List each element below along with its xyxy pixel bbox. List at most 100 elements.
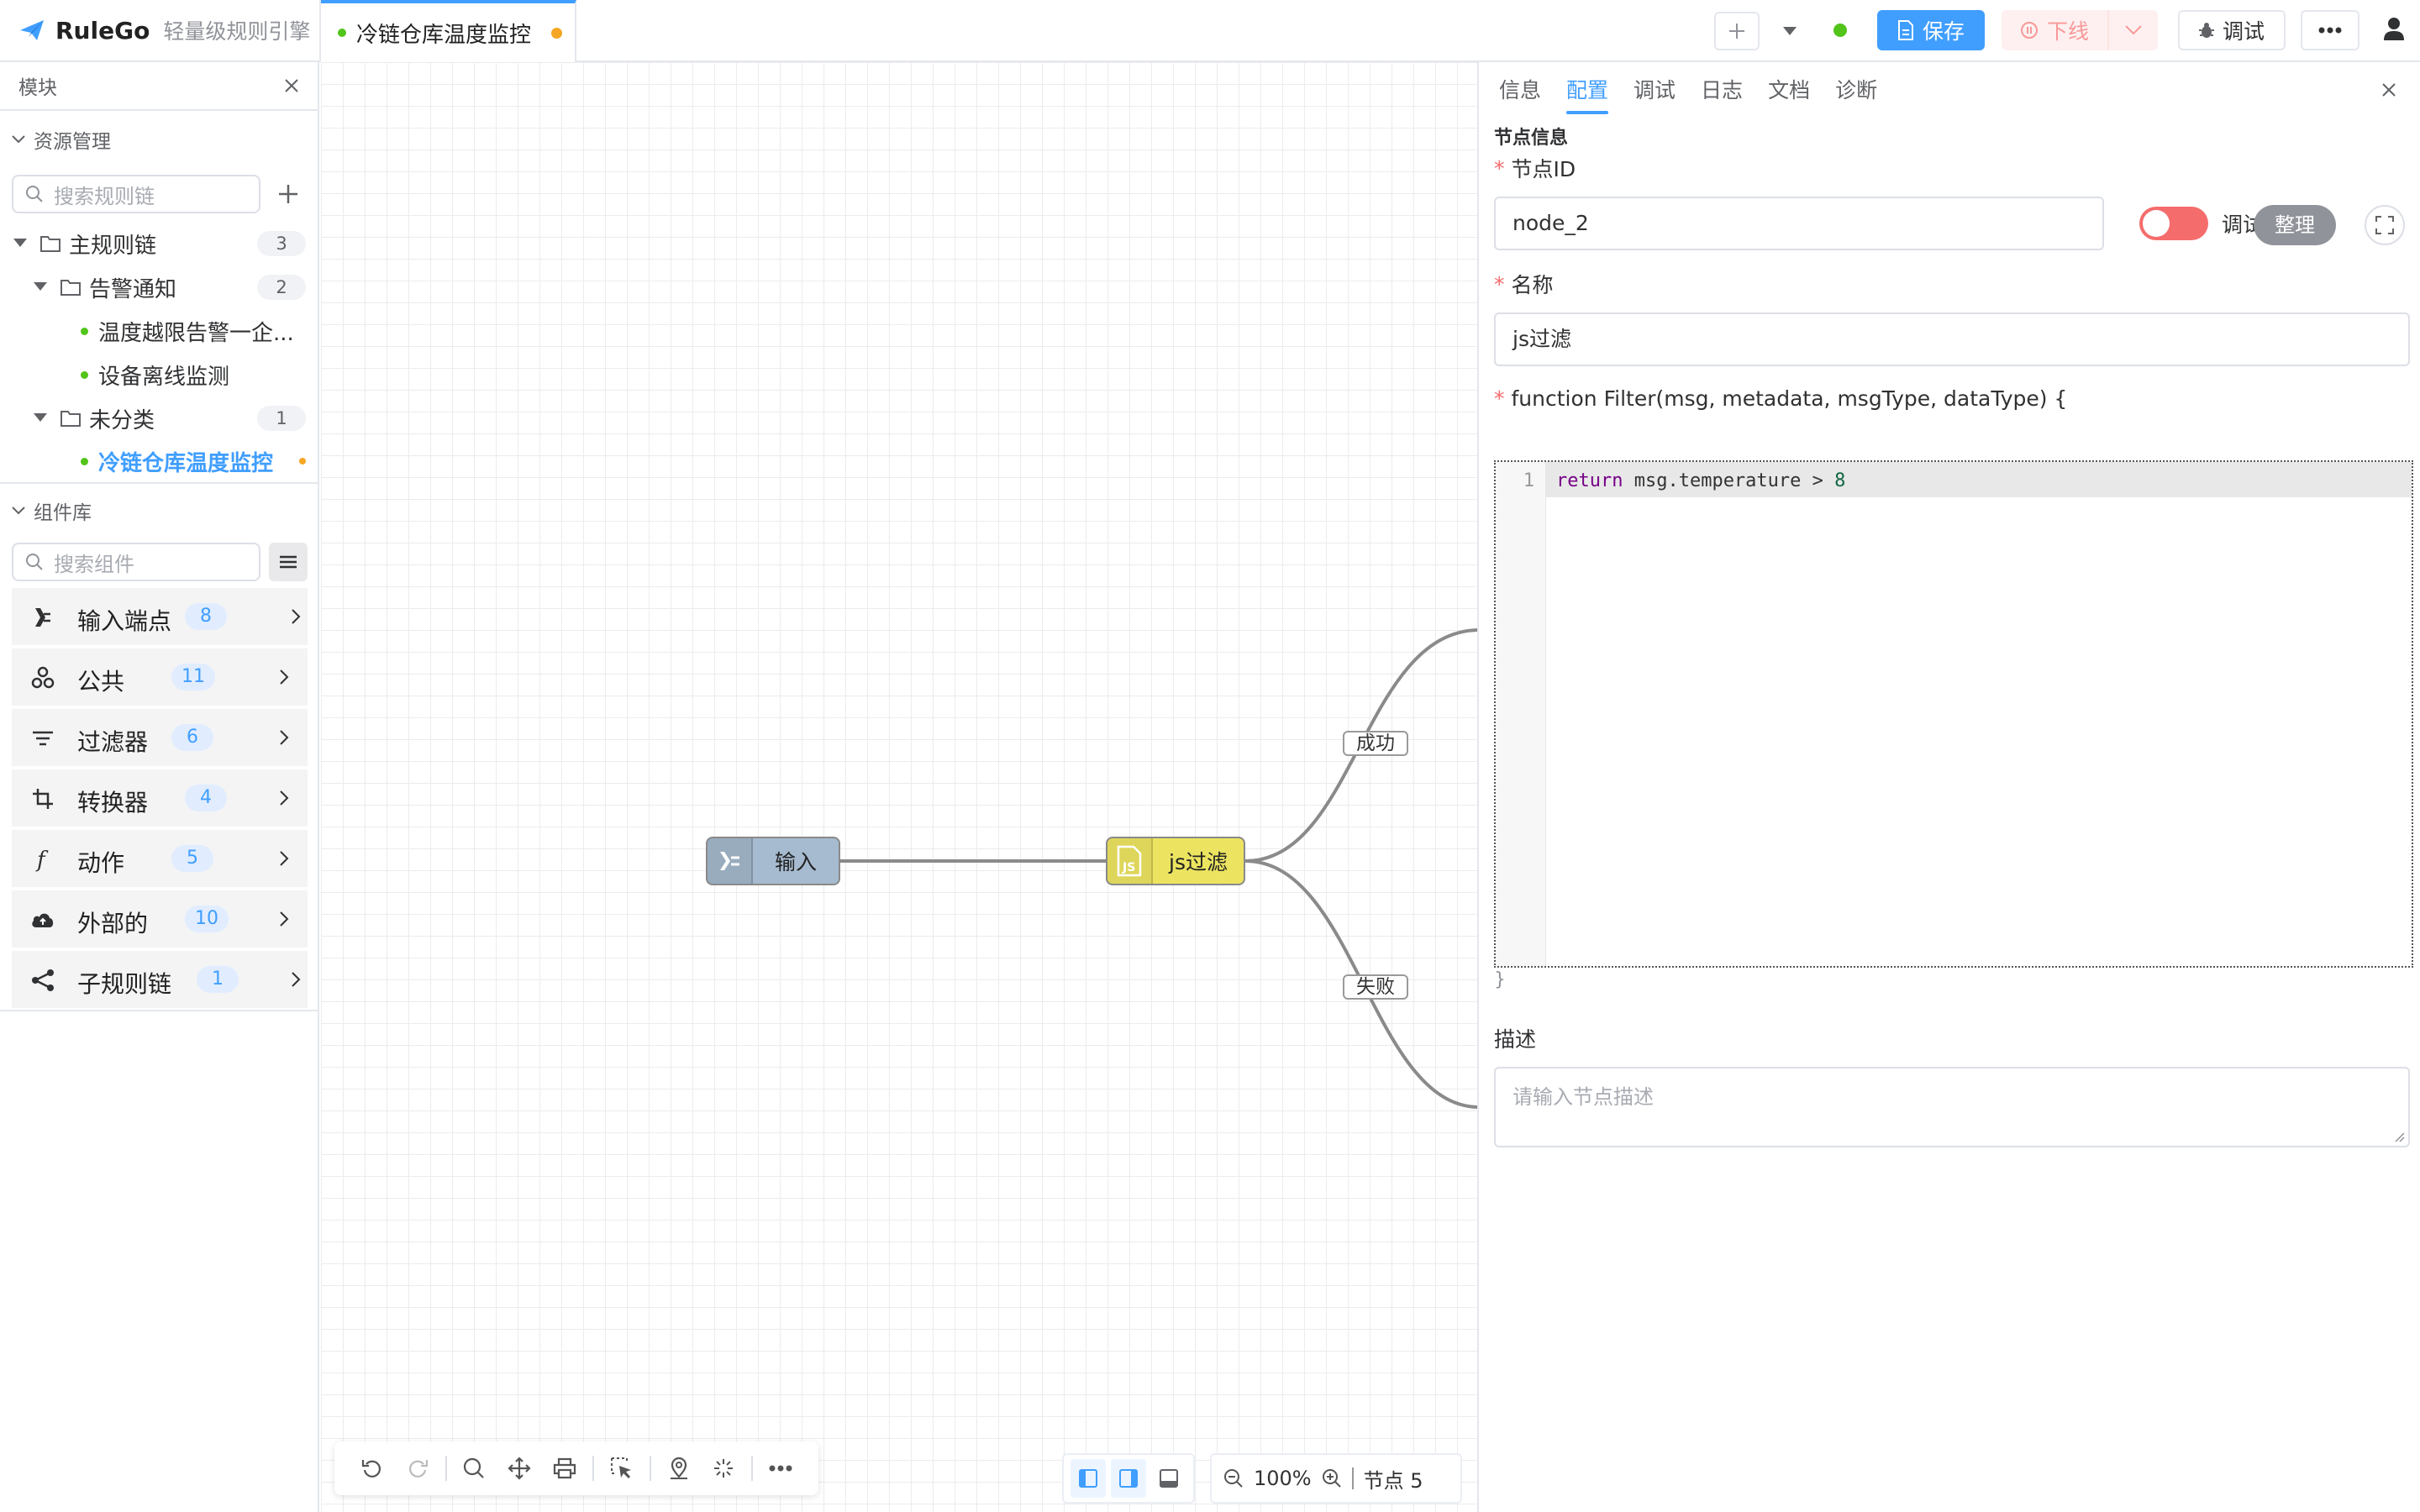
resource-section-header[interactable]: 资源管理 <box>12 121 111 158</box>
zoom-in-icon[interactable] <box>1322 1468 1342 1488</box>
tree-label: 设备离线监测 <box>98 364 230 390</box>
save-button[interactable]: 保存 <box>1877 10 1985 50</box>
more-tools-button[interactable] <box>758 1445 803 1492</box>
tab-config[interactable]: 配置 <box>1566 74 1609 116</box>
tab-diagnostics[interactable]: 诊断 <box>1835 74 1877 116</box>
tree-folder-alarm[interactable]: 告警通知 2 <box>0 265 318 309</box>
edge-label-success[interactable]: 成功 <box>1343 731 1408 756</box>
search-icon <box>463 1457 485 1479</box>
tree-item-chain-active[interactable]: 冷链仓库温度监控 <box>0 440 318 484</box>
tree-item-chain[interactable]: 温度越限告警一企... <box>0 309 318 353</box>
select-mode-button[interactable] <box>599 1445 644 1492</box>
description-textarea[interactable]: 请输入节点描述 <box>1494 1067 2410 1147</box>
search-chain-input[interactable]: 搜索规则链 <box>12 175 260 213</box>
component-label: 过滤器 <box>77 728 149 756</box>
code-line: return msg.temperature > 8 <box>1556 470 1845 491</box>
component-category-external[interactable]: 外部的 10 <box>12 890 308 949</box>
component-category-transform[interactable]: 转换器 4 <box>12 769 308 828</box>
component-category-action[interactable]: f 动作 5 <box>12 830 308 889</box>
node-js-filter[interactable]: JS js过滤 <box>1106 837 1245 885</box>
share-icon <box>30 968 55 993</box>
function-icon: f <box>30 847 55 872</box>
svg-text:f: f <box>35 848 49 872</box>
tree-label: 主规则链 <box>69 233 157 259</box>
close-icon[interactable] <box>284 78 299 93</box>
search-chain-placeholder: 搜索规则链 <box>54 184 155 208</box>
debug-button[interactable]: 调试 <box>2178 10 2286 50</box>
map-pin-icon <box>668 1457 690 1480</box>
edge-label-failure[interactable]: 失败 <box>1343 974 1408 1000</box>
component-list-toggle-button[interactable] <box>269 543 308 581</box>
node-id-input[interactable]: node_2 <box>1494 197 2104 250</box>
status-dot <box>81 370 88 379</box>
node-input[interactable]: 输入 <box>706 837 840 885</box>
tab-info[interactable]: 信息 <box>1499 74 1541 116</box>
format-code-button[interactable]: 整理 <box>2254 205 2336 245</box>
redo-button[interactable] <box>395 1445 440 1492</box>
offline-dropdown-button[interactable] <box>2109 10 2158 50</box>
undo-button[interactable] <box>350 1445 395 1492</box>
tabs-dropdown-button[interactable] <box>1775 12 1805 50</box>
chevron-right-icon <box>279 850 289 867</box>
panel-bottom-icon <box>1160 1469 1178 1488</box>
tab-docs[interactable]: 文档 <box>1768 74 1810 116</box>
tab-debug[interactable]: 调试 <box>1634 74 1676 116</box>
new-tab-button[interactable] <box>1714 12 1760 50</box>
component-category-filter[interactable]: 过滤器 6 <box>12 709 308 768</box>
component-category-subchain[interactable]: 子规则链 1 <box>12 951 308 1010</box>
zoom-out-icon[interactable] <box>1223 1468 1244 1488</box>
debug-label: 调试 <box>2222 19 2265 44</box>
close-panel-button[interactable] <box>2381 82 2396 97</box>
chevron-down-icon <box>2124 24 2143 36</box>
tree-folder-main[interactable]: 主规则链 3 <box>0 222 318 265</box>
more-button[interactable] <box>2301 10 2360 50</box>
add-chain-button[interactable] <box>277 183 299 205</box>
resource-section-title: 资源管理 <box>34 131 111 153</box>
search-component-input[interactable]: 搜索组件 <box>12 543 260 581</box>
move-button[interactable] <box>497 1445 542 1492</box>
locate-button[interactable] <box>656 1445 702 1492</box>
offline-button[interactable]: 下线 <box>2002 10 2107 50</box>
auto-layout-button[interactable] <box>701 1445 746 1492</box>
component-category-input[interactable]: 输入端点 8 <box>12 588 308 647</box>
top-bar: RuleGo 轻量级规则引擎 冷链仓库温度监控 保存 下线 调试 <box>0 0 2420 62</box>
component-count-badge: 8 <box>185 603 227 630</box>
toggle-bottom-panel-button[interactable] <box>1151 1459 1186 1498</box>
fullscreen-button[interactable] <box>2365 205 2405 245</box>
js-file-icon: JS <box>1107 838 1153 884</box>
flow-canvas[interactable]: 输入 JS js过滤 成功 失败 <box>321 62 1477 1512</box>
component-count-badge: 11 <box>171 664 215 690</box>
tab-title: 冷链仓库温度监控 <box>356 22 532 48</box>
paper-plane-icon <box>18 18 45 42</box>
edge-layer <box>840 628 1477 1109</box>
search-button[interactable] <box>452 1445 497 1492</box>
tab-log[interactable]: 日志 <box>1701 74 1743 116</box>
app-logo[interactable]: RuleGo 轻量级规则引擎 <box>18 13 310 47</box>
tree-item-chain[interactable]: 设备离线监测 <box>0 353 318 396</box>
close-icon <box>2381 82 2396 97</box>
toggle-left-panel-button[interactable] <box>1071 1459 1106 1498</box>
component-section-header[interactable]: 组件库 <box>12 492 92 529</box>
plus-icon <box>1728 22 1746 40</box>
unsaved-indicator <box>299 458 306 465</box>
code-keyword: return <box>1556 470 1623 491</box>
debug-mode-toggle[interactable] <box>2139 207 2208 240</box>
chevron-right-icon <box>291 608 301 625</box>
component-category-common[interactable]: 公共 11 <box>12 648 308 707</box>
required-mark: * <box>1494 155 1505 181</box>
name-input[interactable]: js过滤 <box>1494 312 2410 366</box>
component-label: 公共 <box>77 668 125 696</box>
plus-icon <box>277 183 299 205</box>
closing-brace: } <box>1494 969 1506 990</box>
module-title: 模块 <box>18 77 57 99</box>
tree-folder-uncategorized[interactable]: 未分类 1 <box>0 396 318 440</box>
folder-icon <box>40 235 60 252</box>
caret-down-icon <box>1783 27 1797 35</box>
toggle-right-panel-button[interactable] <box>1111 1459 1146 1498</box>
print-button[interactable] <box>542 1445 587 1492</box>
tab-rule-chain[interactable]: 冷链仓库温度监控 <box>321 0 576 62</box>
resize-handle-icon[interactable] <box>2393 1131 2405 1142</box>
user-icon[interactable] <box>2383 17 2405 42</box>
divider <box>0 1010 318 1011</box>
code-editor[interactable]: 1 return msg.temperature > 8 <box>1494 460 2413 968</box>
